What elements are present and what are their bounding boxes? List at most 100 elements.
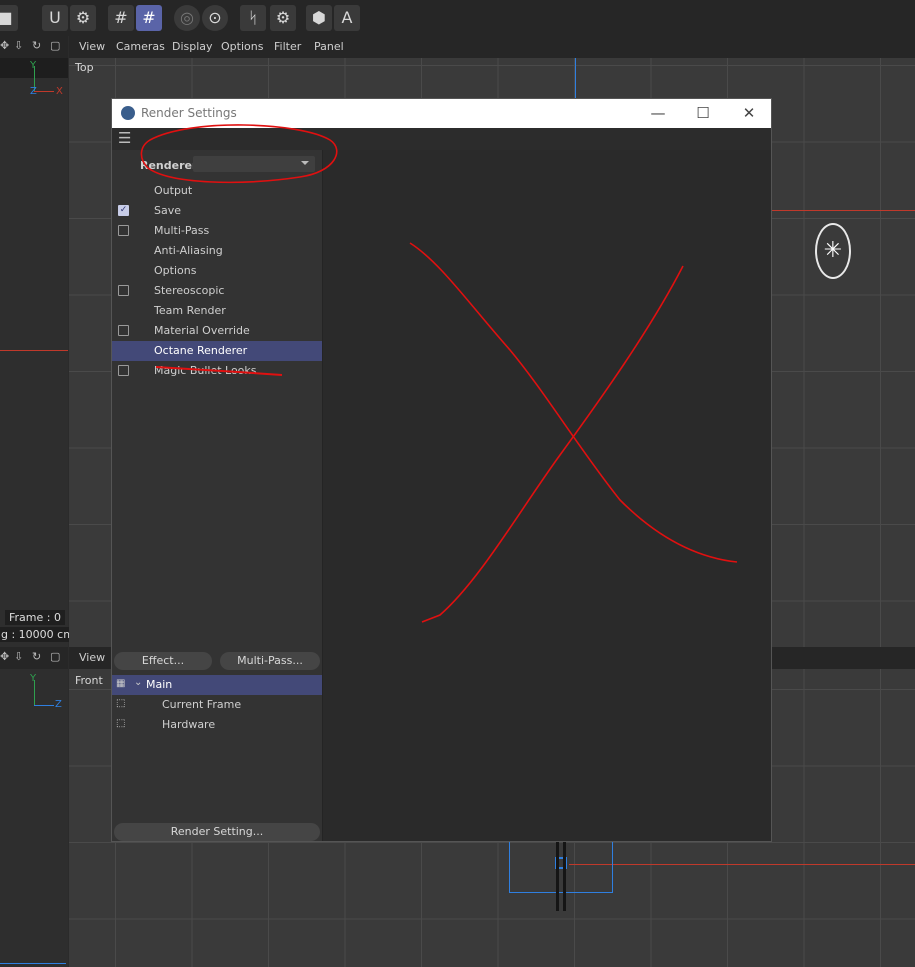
rotate-icon[interactable]: ↻ [32, 39, 41, 52]
menu-filter[interactable]: Filter [274, 40, 301, 53]
dialog-titlebar[interactable]: Render Settings — ☐ ✕ [112, 99, 771, 128]
tree-row-main[interactable]: ▦ ⌄ Main [112, 675, 322, 695]
menu-panel[interactable]: Panel [314, 40, 344, 53]
main-toolbar: ■ U ⚙ # # ◎ ⊙ ᛋ ⚙ ⬢ A [0, 0, 915, 36]
effect-button[interactable]: Effect... [114, 652, 212, 670]
dialog-toolbar: ☰ [112, 128, 771, 151]
move-icon[interactable]: ✥ [0, 39, 9, 52]
maximize-icon[interactable]: ☐ [692, 103, 714, 123]
settings-item-options[interactable]: Options [112, 261, 322, 281]
viewport-menubar: View Cameras Display Options Filter Pane… [69, 36, 915, 58]
left-bottom-toolbar: ✥ ⇩ ↻ ▢ [0, 647, 68, 669]
settings-item-octane-renderer[interactable]: Octane Renderer [112, 341, 322, 361]
settings-item-stereoscopic[interactable]: Stereoscopic [112, 281, 322, 301]
settings-item-multipass[interactable]: Multi-Pass [112, 221, 322, 241]
menu-cameras[interactable]: Cameras [116, 40, 165, 53]
gear-icon[interactable]: ⚙ [270, 5, 296, 31]
settings-item-material-override[interactable]: Material Override [112, 321, 322, 341]
settings-item-label: Output [154, 184, 193, 197]
frame-readout: Frame : 0 [5, 610, 65, 625]
butterfly-icon[interactable]: ᛋ [240, 5, 266, 31]
menu-display[interactable]: Display [172, 40, 213, 53]
settings-item-label: Magic Bullet Looks [154, 364, 257, 377]
grid-size-readout: g : 10000 cm [0, 627, 78, 642]
menu-view[interactable]: View [79, 40, 105, 53]
settings-item-label: Stereoscopic [154, 284, 225, 297]
checkbox[interactable] [118, 225, 129, 236]
settings-item-anti-aliasing[interactable]: Anti-Aliasing [112, 241, 322, 261]
tree-row-label: Hardware [162, 718, 216, 731]
axis-blue-line [575, 58, 576, 98]
multipass-button[interactable]: Multi-Pass... [220, 652, 320, 670]
eye-icon[interactable]: ⬢ [306, 5, 332, 31]
tree-row-current-frame[interactable]: ⬚ Current Frame [112, 695, 322, 715]
left-viewport-panel [0, 36, 68, 967]
settings-item-label: Team Render [154, 304, 226, 317]
maximize-icon[interactable]: ▢ [50, 650, 60, 663]
settings-item-label: Octane Renderer [154, 344, 248, 357]
axis-z-label: Z [55, 699, 62, 710]
close-icon[interactable]: ✕ [738, 103, 760, 123]
axis-z-label: Z [30, 86, 37, 97]
settings-item-label: Multi-Pass [154, 224, 210, 237]
settings-item-label: Material Override [154, 324, 250, 337]
render-setting-icon: ▦ [116, 678, 126, 689]
chevron-down-icon [301, 161, 309, 165]
rotate-icon[interactable]: ↻ [32, 650, 41, 663]
axis-y-label: Y [30, 673, 37, 684]
axis-x-line [34, 91, 54, 92]
arrow-down-icon[interactable]: ⇩ [14, 39, 23, 52]
dialog-title: Render Settings [141, 106, 237, 120]
arrow-down-icon[interactable]: ⇩ [14, 650, 23, 663]
tree-row-label: Current Frame [162, 698, 242, 711]
text-a-icon[interactable]: A [334, 5, 360, 31]
app-logo-icon [121, 106, 135, 120]
minimize-icon[interactable]: — [647, 103, 669, 123]
render-setting-icon: ⬚ [116, 698, 126, 709]
settings-item-save[interactable]: ✓ Save [112, 201, 322, 221]
axis-red-line [569, 864, 915, 865]
render-settings-dialog: Render Settings — ☐ ✕ ☰ Renderer Output … [111, 98, 772, 842]
axis-blue-line [0, 963, 66, 964]
checkbox[interactable] [118, 285, 129, 296]
grid-snap-icon[interactable]: # [136, 5, 162, 31]
viewport-label: Top [75, 61, 94, 74]
renderer-label: Renderer [140, 159, 198, 172]
settings-item-magic-bullet-looks[interactable]: Magic Bullet Looks [112, 361, 322, 381]
renderer-dropdown[interactable] [193, 156, 315, 172]
light-object-icon[interactable]: ✳ [815, 223, 851, 279]
stop-icon[interactable]: ■ [0, 5, 18, 31]
chevron-down-icon[interactable]: ⌄ [134, 677, 142, 688]
render-setting-button[interactable]: Render Setting... [114, 823, 320, 841]
checkbox[interactable] [118, 325, 129, 336]
grid-icon[interactable]: # [108, 5, 134, 31]
axis-red-line-left [0, 350, 68, 351]
record-icon[interactable]: ⊙ [202, 5, 228, 31]
tree-row-label: Main [146, 678, 173, 691]
settings-item-output[interactable]: Output [112, 181, 322, 201]
maximize-icon[interactable]: ▢ [50, 39, 60, 52]
settings-icon[interactable]: ⚙ [70, 5, 96, 31]
menu-options[interactable]: Options [221, 40, 263, 53]
axis-z-line [34, 705, 54, 706]
settings-item-label: Anti-Aliasing [154, 244, 223, 257]
hamburger-menu-icon[interactable]: ☰ [118, 129, 131, 147]
settings-item-label: Options [154, 264, 197, 277]
tree-row-hardware[interactable]: ⬚ Hardware [112, 715, 322, 735]
settings-item-label: Save [154, 204, 182, 217]
axis-y-label: Y [30, 60, 37, 71]
settings-content-pane [323, 150, 771, 841]
settings-item-team-render[interactable]: Team Render [112, 301, 322, 321]
menu-view[interactable]: View [79, 651, 105, 664]
viewport-label: Front [75, 674, 103, 687]
left-panel-toolbar: ✥ ⇩ ↻ ▢ [0, 36, 68, 58]
move-icon[interactable]: ✥ [0, 650, 9, 663]
axis-red-line [772, 210, 915, 211]
axis-x-label: X [56, 86, 63, 97]
checkbox[interactable] [118, 365, 129, 376]
target-icon[interactable]: ◎ [174, 5, 200, 31]
settings-list-pane: Renderer Output ✓ Save Multi-Pass Anti-A… [112, 150, 323, 841]
render-setting-icon: ⬚ [116, 718, 126, 729]
magnet-icon[interactable]: U [42, 5, 68, 31]
checkbox-checked[interactable]: ✓ [118, 205, 129, 216]
